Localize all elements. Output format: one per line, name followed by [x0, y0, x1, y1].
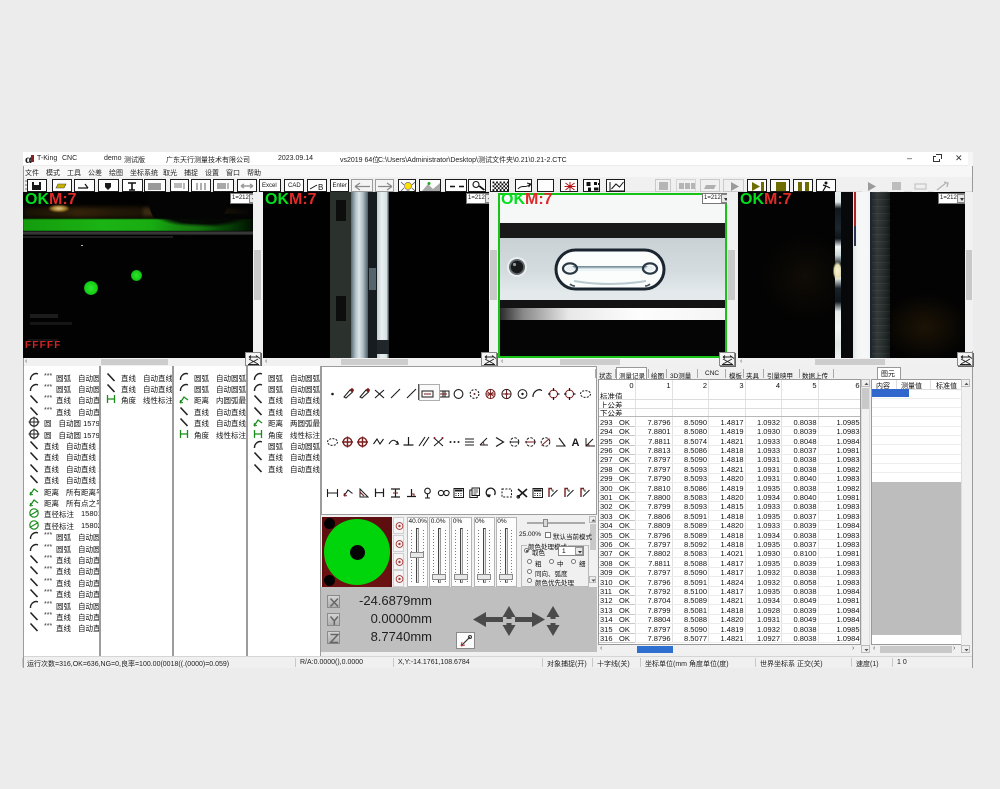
svg-text:B: B [318, 183, 323, 192]
svg-text:A: A [572, 437, 580, 449]
svg-text:α: α [25, 153, 32, 164]
